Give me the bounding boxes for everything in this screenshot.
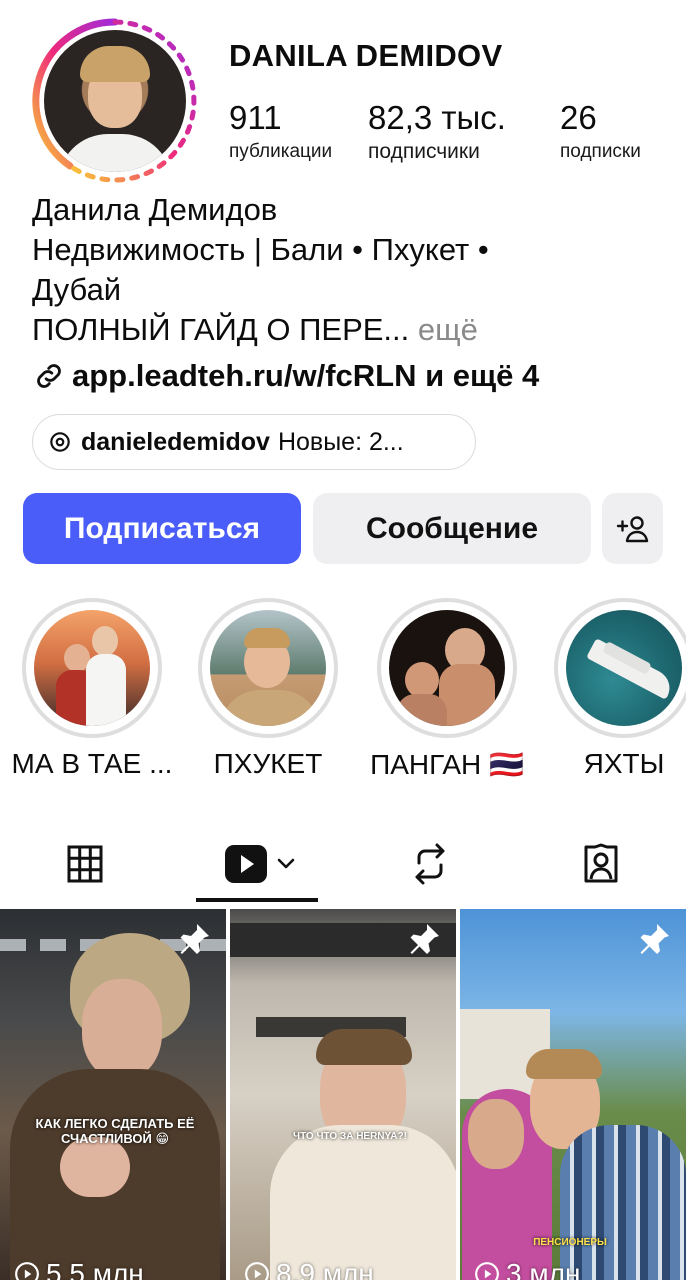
stat-posts-value: 911 bbox=[229, 99, 282, 136]
play-icon bbox=[245, 1262, 269, 1280]
link-icon bbox=[37, 364, 61, 388]
stat-following[interactable]: 26 подписки bbox=[560, 96, 641, 164]
threads-badge[interactable]: danieledemidov Новые: 2... bbox=[32, 414, 476, 470]
post-views-count: 5,5 млн bbox=[46, 1258, 144, 1280]
highlight-cover bbox=[34, 610, 150, 726]
profile-username: DANILA DEMIDOV bbox=[229, 38, 503, 73]
highlight-cover bbox=[566, 610, 682, 726]
bio-link[interactable]: app.leadteh.ru/w/fcRLN и ещё 4 bbox=[32, 358, 539, 394]
profile-tabs bbox=[0, 824, 686, 904]
post-overlay-text: ЧТО ЧТО ЗА HERNYA?! bbox=[293, 1131, 407, 1142]
repost-icon bbox=[415, 843, 445, 885]
threads-handle: danieledemidov bbox=[81, 427, 270, 456]
highlight-label: ПАНГАН 🇹🇭 bbox=[370, 749, 524, 780]
highlight-cover bbox=[210, 610, 326, 726]
bio-link-text: app.leadteh.ru/w/fcRLN и ещё 4 bbox=[72, 358, 540, 393]
post-views: 3 млн bbox=[474, 1258, 580, 1280]
highlight-label: МА В ТАЕ ... bbox=[11, 748, 173, 779]
bio-line: Дубай bbox=[32, 272, 122, 307]
tab-tagged[interactable] bbox=[556, 824, 646, 904]
stat-following-label: подписки bbox=[560, 141, 641, 162]
stat-followers[interactable]: 82,3 тыс. подписчики bbox=[368, 96, 506, 164]
post-views: 8,9 млн bbox=[244, 1258, 374, 1280]
threads-suffix: Новые: 2... bbox=[277, 427, 404, 456]
message-button[interactable]: Сообщение bbox=[313, 493, 591, 564]
stat-posts[interactable]: 911 публикации bbox=[229, 96, 332, 164]
highlight-item[interactable]: ЯХТЫ bbox=[554, 598, 686, 779]
play-icon bbox=[475, 1262, 499, 1280]
highlight-item[interactable]: ПАНГАН 🇹🇭 bbox=[370, 598, 524, 780]
post-views-count: 3 млн bbox=[506, 1258, 581, 1280]
post-views-count: 8,9 млн bbox=[276, 1258, 374, 1280]
grid-icon bbox=[67, 845, 103, 883]
threads-icon bbox=[50, 432, 70, 452]
follow-button[interactable]: Подписаться bbox=[23, 493, 301, 564]
stat-following-value: 26 bbox=[560, 99, 597, 136]
profile-bio: Данила Демидов Недвижимость | Бали • Пху… bbox=[32, 190, 662, 350]
bio-line: Недвижимость | Бали • Пхукет • bbox=[32, 232, 489, 267]
avatar bbox=[44, 30, 186, 172]
tab-reposts[interactable] bbox=[385, 824, 475, 904]
post-overlay-text: КАК ЛЕГКО СДЕЛАТЬ ЕЁ СЧАСТЛИВОЙ 😁 bbox=[35, 1116, 195, 1146]
post-overlay-text: ПЕНСИОНЕРЫ bbox=[533, 1237, 607, 1248]
play-icon bbox=[15, 1262, 39, 1280]
add-person-icon bbox=[616, 515, 648, 542]
highlight-cover bbox=[389, 610, 505, 726]
bio-name: Данила Демидов bbox=[32, 192, 278, 227]
pin-icon bbox=[410, 924, 439, 954]
active-tab-indicator bbox=[196, 898, 318, 902]
tagged-person-icon bbox=[584, 843, 618, 883]
chevron-down-icon bbox=[277, 858, 295, 869]
post-tile[interactable]: ЧТО ЧТО ЗА HERNYA?! 8,9 млн bbox=[230, 909, 456, 1280]
highlight-label: ПХУКЕТ bbox=[213, 748, 323, 779]
bio-line-truncated: ПОЛНЫЙ ГАЙД О ПЕРЕ... ещё bbox=[32, 310, 662, 350]
highlight-label: ЯХТЫ bbox=[583, 748, 665, 779]
highlight-item[interactable]: ПХУКЕТ bbox=[198, 598, 338, 779]
reels-icon bbox=[225, 845, 267, 883]
post-views: 5,5 млн bbox=[14, 1258, 144, 1280]
post-tile[interactable]: КАК ЛЕГКО СДЕЛАТЬ ЕЁ СЧАСТЛИВОЙ 😁 5,5 мл… bbox=[0, 909, 226, 1280]
tab-reels[interactable] bbox=[200, 824, 320, 904]
post-tile[interactable]: ПЕНСИОНЕРЫ 3 млн bbox=[460, 909, 686, 1280]
stat-posts-label: публикации bbox=[229, 141, 333, 162]
stat-followers-value: 82,3 тыс. bbox=[368, 99, 506, 136]
tab-posts-grid[interactable] bbox=[40, 824, 130, 904]
pin-icon bbox=[640, 924, 669, 954]
bio-more-link[interactable]: ещё bbox=[409, 312, 478, 347]
pin-icon bbox=[180, 924, 209, 954]
bio-truncated-text: ПОЛНЫЙ ГАЙД О ПЕРЕ... bbox=[32, 312, 410, 347]
suggested-users-button[interactable] bbox=[602, 493, 663, 564]
highlight-item[interactable]: МА В ТАЕ ... bbox=[12, 598, 172, 779]
stat-followers-label: подписчики bbox=[368, 140, 480, 163]
